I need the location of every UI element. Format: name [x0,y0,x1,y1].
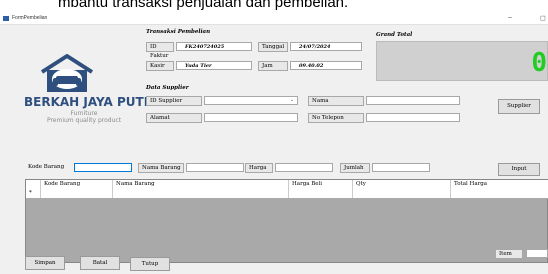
item-count-field[interactable] [526,249,548,258]
window-titlebar: FormPembelian – ◻ [0,14,548,25]
caption-text: mbantu transaksi penjualan dan pembelian… [58,0,349,11]
simpan-button[interactable]: Simpan [25,256,65,270]
telepon-label: No Telepon [308,113,364,123]
id-faktur-label: ID Faktur [146,42,174,59]
id-supplier-label: ID Supplier [146,96,202,106]
jam-field[interactable]: 09.40.02 [290,61,362,70]
transaksi-section-title: Transaksi Pembelian [146,29,211,35]
items-grid[interactable]: Kode Barang Nama Barang Harga Beli Qty T… [25,179,548,263]
new-row-marker: * [29,190,32,196]
window-app-icon [3,16,9,21]
cell-qty[interactable] [352,189,450,198]
batal-button[interactable]: Batal [80,256,120,270]
logo-tagline-2: Premium quality product [46,117,122,124]
table-row[interactable]: * [26,189,548,199]
nama-barang-field[interactable] [186,163,244,172]
kode-barang-field[interactable] [74,163,132,172]
jumlah-field[interactable] [372,163,430,172]
id-faktur-field[interactable]: FK240724025 [176,42,252,51]
logo-tagline-1: Furniture [70,110,98,117]
col-kode-barang[interactable]: Kode Barang [40,180,112,189]
col-qty[interactable]: Qty [352,180,450,189]
maximize-icon[interactable]: ◻ [540,14,546,22]
grand-total-display: 0 [376,41,548,81]
kode-barang-label: Kode Barang [28,164,65,170]
cell-total-harga[interactable] [450,189,548,198]
kasir-field[interactable]: Yuda Tier [176,61,252,70]
caption-strip: mbantu transaksi penjualan dan pembelian… [0,0,548,14]
harga-field[interactable] [275,163,333,172]
input-button[interactable]: Input [498,163,540,176]
telepon-field[interactable] [366,113,460,122]
minimize-icon[interactable]: – [508,14,512,21]
sofa-house-logo-icon [40,54,94,92]
alamat-field[interactable] [204,113,298,122]
harga-label: Harga [245,163,273,173]
jumlah-label: Jumlah [340,163,370,173]
jam-label: Jam [258,61,288,71]
item-count-label: Item [495,249,523,259]
cell-harga-beli[interactable] [288,189,352,198]
cell-kode-barang[interactable] [40,189,112,198]
kasir-label: Kasir [146,61,174,71]
tutup-button[interactable]: Tutup [130,257,170,271]
supplier-section-title: Data Supplier [146,85,189,91]
id-supplier-select[interactable]: ⌄ [204,96,298,105]
grand-total-label: Grand Total [376,32,413,38]
grand-total-value: 0 [531,48,547,78]
col-harga-beli[interactable]: Harga Beli [288,180,352,189]
window-title: FormPembelian [12,15,48,21]
nama-barang-label: Nama Barang [138,163,184,173]
supplier-button[interactable]: Supplier [498,99,540,114]
nama-supplier-field[interactable] [366,96,460,105]
cell-nama-barang[interactable] [112,189,288,198]
grid-row-header [26,180,40,189]
alamat-label: Alamat [146,113,202,123]
tanggal-label: Tanggal [258,42,288,52]
col-nama-barang[interactable]: Nama Barang [112,180,288,189]
nama-supplier-label: Nama [308,96,364,106]
logo-company-name: BERKAH JAYA PUTRA [24,95,163,109]
chevron-down-icon[interactable]: ⌄ [290,97,294,103]
col-total-harga[interactable]: Total Harga [450,180,548,189]
tanggal-field[interactable]: 24/07/2024 [290,42,362,51]
